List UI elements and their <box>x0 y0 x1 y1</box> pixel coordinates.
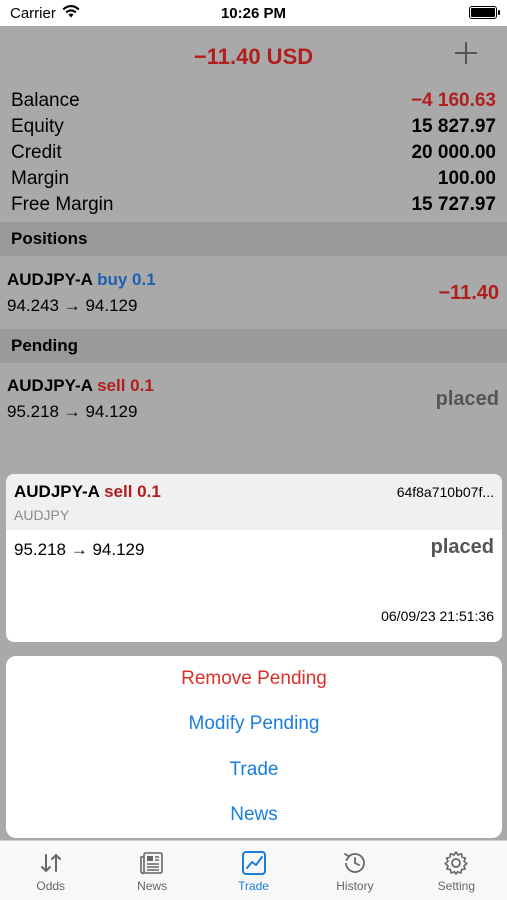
modify-pending-button[interactable]: Modify Pending <box>6 702 502 748</box>
floating-profit-total: −11.40 USD <box>193 44 314 69</box>
position-symbol-line: AUDJPY-A buy 0.1 <box>7 270 156 290</box>
pending-prices: 95.218 → 94.129 <box>7 402 138 421</box>
equity-label: Equity <box>11 116 64 137</box>
position-side: buy 0.1 <box>97 270 156 289</box>
order-detail-side: sell 0.1 <box>104 482 161 501</box>
chart-line-icon <box>241 851 266 875</box>
balance-label: Balance <box>11 90 80 111</box>
tab-news-label: News <box>137 879 168 893</box>
gear-icon <box>444 851 468 875</box>
tab-trade[interactable]: Trade <box>203 841 304 900</box>
credit-label: Credit <box>11 142 62 163</box>
credit-row: Credit 20 000.00 <box>11 140 496 166</box>
pending-symbol-line: AUDJPY-A sell 0.1 <box>7 376 154 396</box>
order-id: 64f8a710b07f... <box>396 484 494 500</box>
history-clock-icon <box>344 853 365 873</box>
position-symbol: AUDJPY-A <box>7 270 93 289</box>
news-button[interactable]: News <box>6 793 502 839</box>
pending-header: Pending <box>0 329 507 363</box>
positions-header: Positions <box>0 222 507 256</box>
tab-odds-label: Odds <box>36 879 66 893</box>
pending-row[interactable]: AUDJPY-A sell 0.1 95.218 → 94.129 placed <box>0 364 507 434</box>
order-detail-prices: 95.218 → 94.129 <box>14 540 145 559</box>
tab-odds[interactable]: Odds <box>0 841 101 900</box>
order-detail-subsymbol: AUDJPY <box>14 507 70 523</box>
order-detail-status: placed <box>430 536 494 558</box>
account-summary: Balance −4 160.63 Equity 15 827.97 Credi… <box>11 88 496 218</box>
order-detail-header: AUDJPY-A sell 0.1 64f8a710b07f... AUDJPY <box>6 474 502 530</box>
action-sheet: Remove Pending Modify Pending Trade News <box>6 656 502 838</box>
equity-row: Equity 15 827.97 <box>11 114 496 140</box>
status-bar: Carrier 10:26 PM <box>0 0 507 26</box>
position-profit: −11.40 <box>438 282 499 304</box>
tab-trade-label: Trade <box>238 879 269 893</box>
tab-setting-label: Setting <box>437 879 475 893</box>
balance-value: −4 160.63 <box>410 90 496 111</box>
pending-symbol: AUDJPY-A <box>7 376 93 395</box>
tab-setting[interactable]: Setting <box>406 841 507 900</box>
clock: 10:26 PM <box>220 5 287 22</box>
equity-value: 15 827.97 <box>411 116 496 137</box>
position-prices: 94.243 → 94.129 <box>7 296 138 315</box>
margin-label: Margin <box>11 168 70 189</box>
balance-row: Balance −4 160.63 <box>11 88 496 114</box>
credit-value: 20 000.00 <box>411 142 496 163</box>
order-detail-symbol: AUDJPY-A <box>14 482 100 501</box>
pending-status: placed <box>435 388 499 410</box>
position-row[interactable]: AUDJPY-A buy 0.1 94.243 → 94.129 −11.40 <box>0 258 507 328</box>
margin-value: 100.00 <box>437 168 496 189</box>
battery-icon <box>469 6 500 19</box>
margin-row: Margin 100.00 <box>11 166 496 192</box>
trade-button[interactable]: Trade <box>6 747 502 793</box>
free-margin-row: Free Margin 15 727.97 <box>11 192 496 218</box>
remove-pending-button[interactable]: Remove Pending <box>6 656 502 702</box>
free-margin-label: Free Margin <box>11 194 114 215</box>
newspaper-icon <box>140 852 163 875</box>
header: −11.40 USD <box>0 26 507 84</box>
plus-icon[interactable] <box>455 42 477 64</box>
order-detail-timestamp: 06/09/23 21:51:36 <box>381 608 494 624</box>
tab-history-label: History <box>336 879 374 893</box>
order-detail-card: AUDJPY-A sell 0.1 64f8a710b07f... AUDJPY… <box>6 474 502 642</box>
order-detail-symbol-line: AUDJPY-A sell 0.1 <box>14 482 161 502</box>
tab-news[interactable]: News <box>101 841 202 900</box>
sort-arrows-icon <box>40 853 61 873</box>
tab-bar: Odds News Trade History Setting <box>0 840 507 900</box>
pending-side: sell 0.1 <box>97 376 154 395</box>
tab-history[interactable]: History <box>304 841 405 900</box>
free-margin-value: 15 727.97 <box>411 194 496 215</box>
